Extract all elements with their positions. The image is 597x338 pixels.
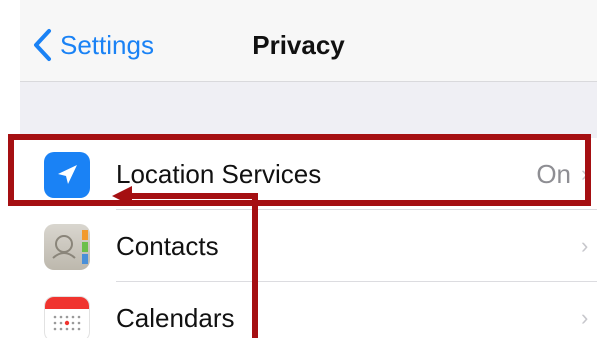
calendar-icon xyxy=(44,296,90,338)
chevron-right-icon: › xyxy=(581,305,589,330)
left-margin xyxy=(0,0,20,338)
list-item-contacts[interactable]: Contacts › xyxy=(20,210,597,282)
list-item-label: Contacts xyxy=(116,230,219,261)
location-arrow-icon xyxy=(44,152,90,198)
list-item-calendars[interactable]: Calendars › xyxy=(20,282,597,338)
privacy-list: Location Services On › Contacts › Calend… xyxy=(20,138,597,338)
list-item-label: Calendars xyxy=(116,302,235,333)
chevron-right-icon: › xyxy=(581,161,589,186)
list-item-value: On xyxy=(536,158,571,189)
navigation-bar: Settings Privacy xyxy=(20,0,597,82)
list-item-location-services[interactable]: Location Services On › xyxy=(20,138,597,210)
page-title: Privacy xyxy=(252,30,345,60)
privacy-settings-screen: Settings Privacy Location Services On › xyxy=(0,0,597,338)
list-item-label: Location Services xyxy=(116,158,322,189)
group-separator xyxy=(20,82,597,138)
chevron-right-icon: › xyxy=(581,233,589,258)
contacts-icon xyxy=(44,224,90,270)
